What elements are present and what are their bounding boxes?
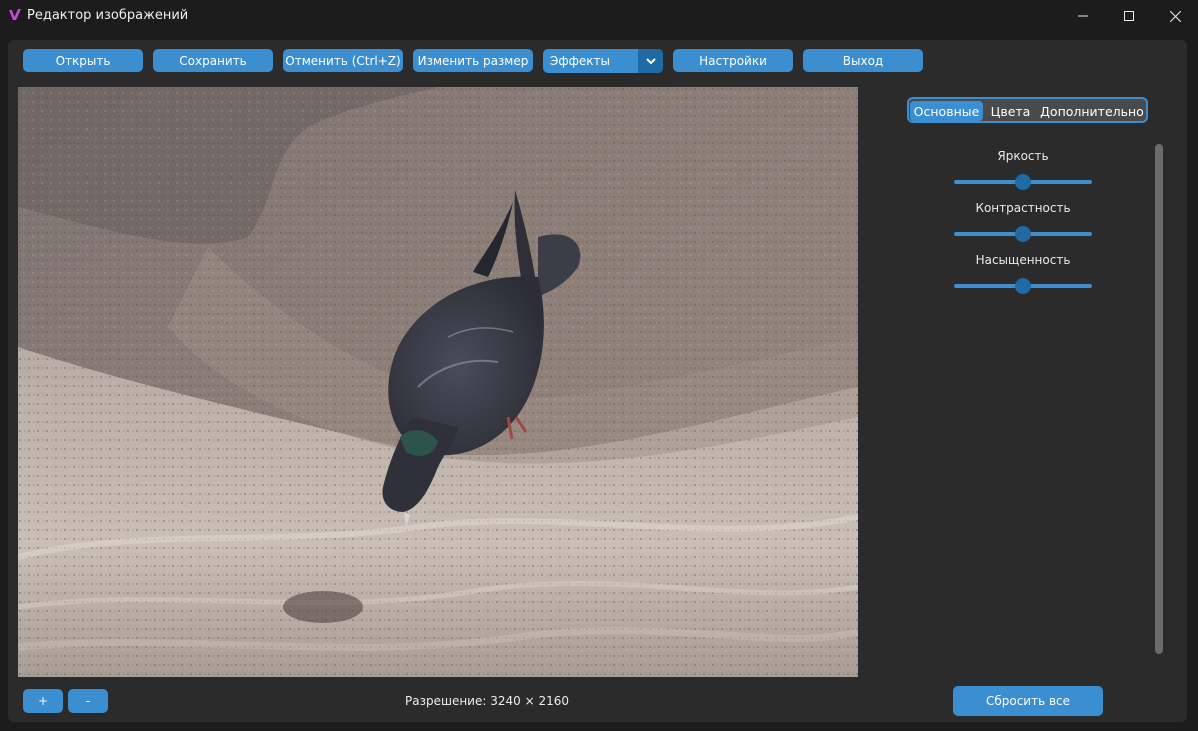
exit-button[interactable]: Выход xyxy=(803,49,923,72)
side-panel-scrollbar[interactable] xyxy=(1155,144,1163,654)
title-bar: Редактор изображений xyxy=(0,0,1198,32)
maximize-icon xyxy=(1124,11,1134,21)
effects-dropdown-value: Эффекты xyxy=(550,54,610,68)
close-icon xyxy=(1169,10,1181,22)
effects-dropdown-toggle[interactable] xyxy=(638,49,663,73)
maximize-button[interactable] xyxy=(1106,0,1152,32)
tab-advanced[interactable]: Дополнительно xyxy=(1038,101,1146,121)
saturation-slider-knob[interactable] xyxy=(1015,278,1031,294)
window-title: Редактор изображений xyxy=(27,8,189,23)
photo-pigeon xyxy=(18,87,858,677)
zoom-out-button[interactable]: - xyxy=(68,689,108,713)
undo-button[interactable]: Отменить (Ctrl+Z) xyxy=(283,49,403,72)
brightness-slider-knob[interactable] xyxy=(1015,174,1031,190)
chevron-down-icon xyxy=(645,57,656,64)
tab-colors[interactable]: Цвета xyxy=(987,101,1034,121)
zoom-in-button[interactable]: + xyxy=(23,689,63,713)
settings-button[interactable]: Настройки xyxy=(673,49,793,72)
close-button[interactable] xyxy=(1152,0,1198,32)
save-button[interactable]: Сохранить xyxy=(153,49,273,72)
brightness-label: Яркость xyxy=(997,149,1049,163)
open-button[interactable]: Открыть xyxy=(23,49,143,72)
contrast-label: Контрастность xyxy=(975,201,1071,215)
minimize-icon xyxy=(1078,15,1088,17)
resize-button[interactable]: Изменить размер xyxy=(413,49,533,72)
app-logo-icon xyxy=(9,9,21,20)
tab-group: Основные Цвета Дополнительно xyxy=(907,97,1148,123)
minimize-button[interactable] xyxy=(1060,0,1106,32)
effects-dropdown[interactable]: Эффекты xyxy=(543,49,663,73)
saturation-label: Насыщенность xyxy=(975,253,1071,267)
resolution-label: Разрешение: 3240 × 2160 xyxy=(405,694,569,708)
tab-basic[interactable]: Основные xyxy=(910,101,983,121)
contrast-slider-knob[interactable] xyxy=(1015,226,1031,242)
reset-all-button[interactable]: Сбросить все xyxy=(953,686,1103,716)
image-canvas[interactable] xyxy=(18,87,858,677)
